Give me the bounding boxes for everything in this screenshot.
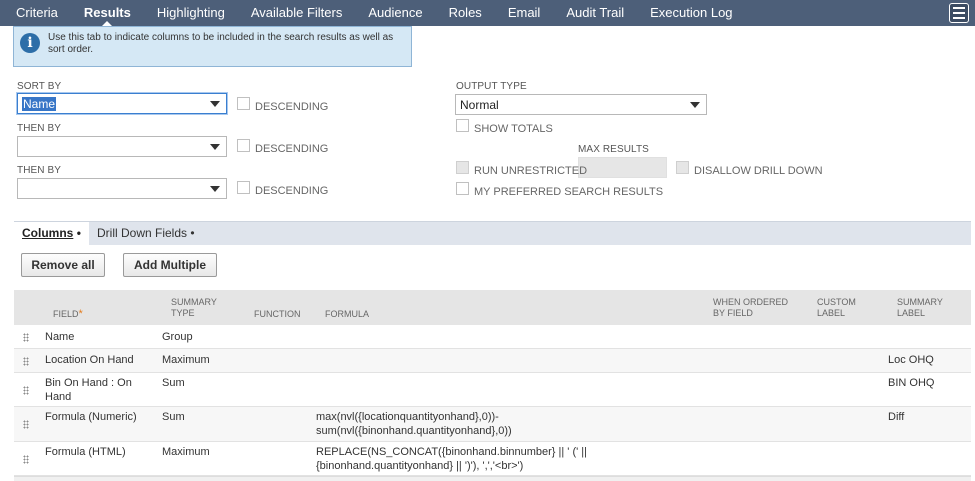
info-icon: i (20, 33, 40, 53)
header-field: FIELD* (53, 308, 83, 320)
add-multiple-button[interactable]: Add Multiple (123, 253, 217, 277)
sort-by-value: Name (22, 97, 57, 111)
hamburger-icon[interactable] (949, 3, 969, 23)
descending-label-1: DESCENDING (255, 101, 329, 113)
max-results-input[interactable] (578, 157, 667, 178)
tab-audience[interactable]: Audience (355, 0, 435, 26)
sort-by-select[interactable]: Name (17, 93, 227, 114)
output-type-label: OUTPUT TYPE (456, 81, 527, 92)
max-results-label: MAX RESULTS (578, 144, 649, 155)
then-by-select-1[interactable] (17, 136, 227, 157)
output-type-value: Normal (460, 98, 499, 112)
row-field: Location On Hand (45, 354, 134, 366)
show-totals-label: SHOW TOTALS (474, 123, 553, 135)
table-row[interactable]: Name Group (14, 325, 971, 349)
tab-results[interactable]: Results (71, 0, 144, 26)
tab-criteria[interactable]: Criteria (0, 0, 71, 26)
drag-handle-icon[interactable] (23, 420, 29, 429)
drag-handle-icon[interactable] (23, 386, 29, 395)
table-row[interactable]: Formula (HTML) Maximum REPLACE(NS_CONCAT… (14, 442, 971, 476)
tab-roles[interactable]: Roles (436, 0, 495, 26)
table-footer (14, 476, 971, 481)
run-unrestricted-checkbox[interactable] (456, 161, 469, 174)
header-function: FUNCTION (254, 309, 301, 319)
sort-by-label: SORT BY (17, 81, 62, 92)
descending-checkbox-2[interactable] (237, 139, 250, 152)
row-field: Formula (HTML) (45, 446, 126, 458)
table-header: FIELD* SUMMARY TYPE FUNCTION FORMULA WHEN… (14, 290, 971, 325)
top-tab-bar: Criteria Results Highlighting Available … (0, 0, 975, 26)
subtab-drill-down-fields[interactable]: Drill Down Fields • (89, 222, 203, 245)
descending-label-2: DESCENDING (255, 143, 329, 155)
subtab-bar: Columns • Drill Down Fields • (14, 221, 971, 245)
row-formula: REPLACE(NS_CONCAT({binonhand.binnumber} … (316, 446, 587, 472)
then-by-label-1: THEN BY (17, 123, 62, 134)
row-summary-label: Diff (888, 411, 905, 423)
row-summary-label: Loc OHQ (888, 354, 934, 366)
tab-available-filters[interactable]: Available Filters (238, 0, 356, 26)
chevron-down-icon (210, 101, 220, 107)
run-unrestricted-label: RUN UNRESTRICTED (474, 165, 588, 177)
drag-handle-icon[interactable] (23, 333, 29, 342)
remove-all-button[interactable]: Remove all (21, 253, 105, 277)
descending-checkbox-3[interactable] (237, 181, 250, 194)
header-when-ordered: WHEN ORDERED BY FIELD (713, 297, 789, 318)
table-row[interactable]: Location On Hand Maximum Loc OHQ (14, 349, 971, 373)
my-preferred-checkbox[interactable] (456, 182, 469, 195)
row-summary-type: Group (162, 331, 193, 343)
descending-label-3: DESCENDING (255, 185, 329, 197)
row-summary-type: Maximum (162, 446, 210, 458)
disallow-drill-down-checkbox[interactable] (676, 161, 689, 174)
subtab-columns[interactable]: Columns • (14, 222, 89, 245)
row-summary-type: Sum (162, 377, 185, 389)
required-marker: * (78, 308, 83, 320)
row-summary-label: BIN OHQ (888, 377, 935, 389)
tab-audit-trail[interactable]: Audit Trail (553, 0, 637, 26)
row-field: Formula (Numeric) (45, 411, 137, 423)
output-type-select[interactable]: Normal (455, 94, 707, 115)
row-formula: max(nvl({locationquantityonhand},0))- sum… (316, 411, 512, 437)
header-summary-label: SUMMARY LABEL (897, 297, 943, 318)
my-preferred-label: MY PREFERRED SEARCH RESULTS (474, 186, 664, 198)
chevron-down-icon (210, 144, 220, 150)
row-summary-type: Sum (162, 411, 185, 423)
drag-handle-icon[interactable] (23, 357, 29, 366)
chevron-down-icon (690, 102, 700, 108)
row-summary-type: Maximum (162, 354, 210, 366)
header-formula: FORMULA (325, 309, 370, 319)
table-row[interactable]: Bin On Hand : On Hand Sum BIN OHQ (14, 373, 971, 407)
tab-highlighting[interactable]: Highlighting (144, 0, 238, 26)
table-row[interactable]: Formula (Numeric) Sum max(nvl({locationq… (14, 407, 971, 442)
info-banner: i Use this tab to indicate columns to be… (13, 26, 412, 67)
then-by-select-2[interactable] (17, 178, 227, 199)
descending-checkbox-1[interactable] (237, 97, 250, 110)
row-field: Bin On Hand : On Hand (45, 377, 132, 403)
header-summary-type: SUMMARY TYPE (171, 297, 217, 318)
tab-email[interactable]: Email (495, 0, 554, 26)
row-field: Name (45, 331, 75, 343)
info-text: Use this tab to indicate columns to be i… (48, 32, 394, 55)
drag-handle-icon[interactable] (23, 455, 29, 464)
header-custom-label: CUSTOM LABEL (817, 297, 856, 318)
tab-execution-log[interactable]: Execution Log (637, 0, 745, 26)
disallow-drill-down-label: DISALLOW DRILL DOWN (694, 165, 823, 177)
show-totals-checkbox[interactable] (456, 119, 469, 132)
then-by-label-2: THEN BY (17, 165, 62, 176)
chevron-down-icon (210, 186, 220, 192)
